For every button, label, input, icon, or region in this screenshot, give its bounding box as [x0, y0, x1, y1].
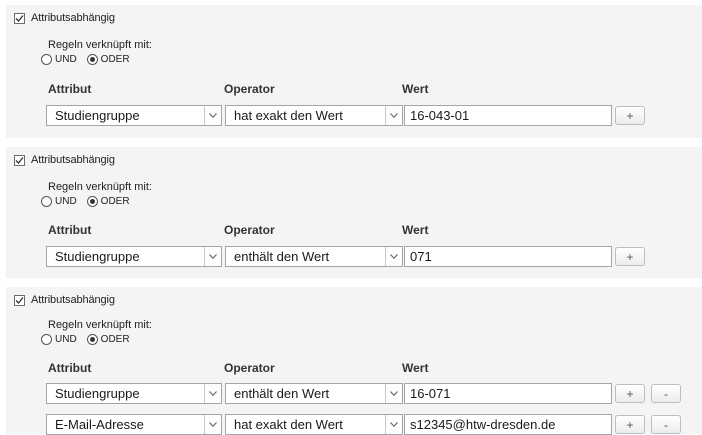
operator-select[interactable]: hat exakt den Wert: [225, 414, 403, 435]
attribut-header: Attribut: [48, 361, 92, 375]
operator-select[interactable]: enthält den Wert: [225, 246, 403, 267]
radio-oder-label: ODER: [100, 54, 130, 65]
rules-combined-label: Regeln verknüpft mit:: [48, 181, 152, 193]
rules-combined-label: Regeln verknüpft mit:: [48, 319, 152, 331]
checkbox-label: Attributsabhängig: [31, 12, 115, 24]
remove-rule-button[interactable]: -: [651, 384, 681, 403]
attribut-value: Studiengruppe: [55, 249, 140, 264]
attribut-select[interactable]: E-Mail-Adresse: [46, 414, 222, 435]
operator-value: hat exakt den Wert: [234, 108, 343, 123]
operator-header: Operator: [224, 82, 275, 96]
attribut-header: Attribut: [48, 223, 92, 237]
radio-und[interactable]: [41, 196, 52, 207]
attribut-value: Studiengruppe: [55, 386, 140, 401]
wert-input[interactable]: 16-071: [404, 383, 612, 404]
wert-input[interactable]: s12345@htw-dresden.de: [404, 414, 612, 435]
wert-input[interactable]: 071: [404, 246, 612, 267]
checkbox-label: Attributsabhängig: [31, 154, 115, 166]
condition-block-2: Attributsabhängig Regeln verknüpft mit: …: [6, 147, 702, 278]
attribute-dependent-checkbox[interactable]: [14, 154, 25, 166]
condition-block-3: Attributsabhängig Regeln verknüpft mit: …: [6, 287, 702, 435]
operator-value: enthält den Wert: [234, 386, 330, 401]
chevron-down-icon[interactable]: [385, 106, 402, 125]
operator-value: hat exakt den Wert: [234, 417, 343, 432]
chevron-down-icon[interactable]: [204, 384, 221, 403]
wert-header: Wert: [402, 223, 429, 237]
chevron-down-icon[interactable]: [204, 106, 221, 125]
radio-und[interactable]: [41, 334, 52, 345]
rules-combined-label: Regeln verknüpft mit:: [48, 39, 152, 51]
chevron-down-icon[interactable]: [385, 247, 402, 266]
radio-oder-label: ODER: [100, 334, 130, 345]
radio-oder[interactable]: [86, 334, 98, 345]
checkmark-icon: [15, 14, 24, 22]
wert-header: Wert: [402, 82, 429, 96]
chevron-down-icon[interactable]: [385, 415, 402, 434]
operator-select[interactable]: hat exakt den Wert: [225, 105, 403, 126]
add-rule-button[interactable]: +: [615, 106, 645, 125]
operator-value: enthält den Wert: [234, 249, 330, 264]
radio-oder[interactable]: [86, 54, 98, 65]
checkbox-label: Attributsabhängig: [31, 294, 115, 306]
operator-header: Operator: [224, 223, 275, 237]
attribut-value: Studiengruppe: [55, 108, 140, 123]
attribute-dependent-checkbox[interactable]: [14, 12, 25, 24]
checkmark-icon: [15, 156, 24, 164]
condition-block-1: Attributsabhängig Regeln verknüpft mit: …: [6, 5, 702, 138]
operator-select[interactable]: enthält den Wert: [225, 383, 403, 404]
radio-oder-label: ODER: [100, 196, 130, 207]
attribut-select[interactable]: Studiengruppe: [46, 105, 222, 126]
add-rule-button[interactable]: +: [615, 247, 645, 266]
chevron-down-icon[interactable]: [385, 384, 402, 403]
wert-header: Wert: [402, 361, 429, 375]
radio-und-label: UND: [55, 196, 77, 207]
checkmark-icon: [15, 296, 24, 304]
add-rule-button[interactable]: +: [615, 384, 645, 403]
attribute-dependent-checkbox[interactable]: [14, 294, 25, 306]
attribut-select[interactable]: Studiengruppe: [46, 246, 222, 267]
radio-und-label: UND: [55, 334, 77, 345]
wert-input[interactable]: 16-043-01: [404, 105, 612, 126]
radio-und-label: UND: [55, 54, 77, 65]
attribut-header: Attribut: [48, 82, 92, 96]
operator-header: Operator: [224, 361, 275, 375]
radio-und[interactable]: [41, 54, 52, 65]
add-rule-button[interactable]: +: [615, 415, 645, 434]
attribut-value: E-Mail-Adresse: [55, 417, 144, 432]
chevron-down-icon[interactable]: [204, 247, 221, 266]
radio-oder[interactable]: [86, 196, 98, 207]
attribut-select[interactable]: Studiengruppe: [46, 383, 222, 404]
chevron-down-icon[interactable]: [204, 415, 221, 434]
remove-rule-button[interactable]: -: [651, 415, 681, 434]
